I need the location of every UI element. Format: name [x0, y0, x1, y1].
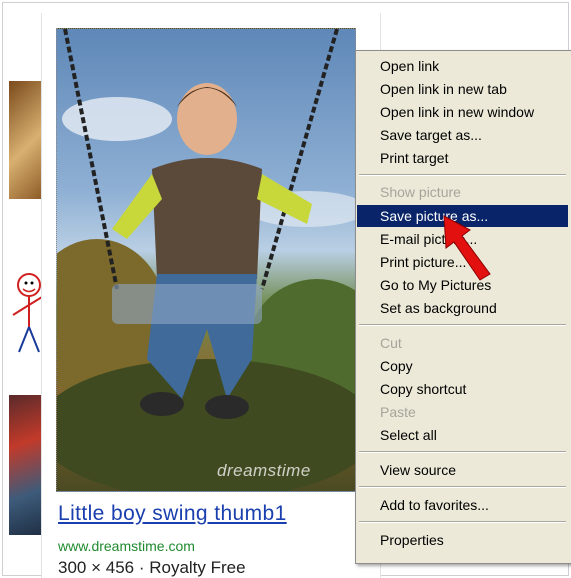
- result-meta: 300 × 456 · Royalty Free: [58, 558, 246, 577]
- menu-separator: [359, 324, 566, 326]
- photo-watermark: dreamstime: [217, 461, 311, 480]
- menu-item-open-link-new-window[interactable]: Open link in new window: [357, 101, 568, 123]
- result-title-link[interactable]: Little boy swing thumb1: [58, 502, 287, 526]
- photo-illustration: [57, 29, 355, 491]
- menu-item-paste: Paste: [380, 404, 416, 420]
- menu-item-select-all[interactable]: Select all: [357, 424, 568, 446]
- menu-item-cut: Cut: [380, 335, 402, 351]
- menu-separator: [359, 174, 566, 176]
- menu-item-open-link[interactable]: Open link: [357, 55, 568, 77]
- menu-item-set-as-background[interactable]: Set as background: [357, 297, 568, 319]
- menu-item-copy[interactable]: Copy: [357, 355, 568, 377]
- thumbnail-left-2[interactable]: [9, 267, 43, 357]
- context-menu: Open link Open link in new tab Open link…: [355, 50, 571, 564]
- boy-on-swing-photo[interactable]: dreamstime: [56, 28, 356, 492]
- menu-item-properties[interactable]: Properties: [357, 529, 568, 551]
- menu-separator: [359, 486, 566, 488]
- thumbnail-left-1[interactable]: [9, 81, 43, 199]
- menu-item-print-target[interactable]: Print target: [357, 147, 568, 169]
- cartoon-thumbnail-image: [12, 273, 43, 353]
- menu-item-copy-shortcut[interactable]: Copy shortcut: [357, 378, 568, 400]
- menu-item-show-picture: Show picture: [380, 184, 461, 200]
- menu-item-save-target-as[interactable]: Save target as...: [357, 124, 568, 146]
- menu-item-add-to-favorites[interactable]: Add to favorites...: [357, 494, 568, 516]
- menu-item-view-source[interactable]: View source: [357, 459, 568, 481]
- thumbnail-left-3[interactable]: [9, 395, 43, 535]
- menu-separator: [359, 521, 566, 523]
- pointer-arrow-icon: [443, 215, 491, 281]
- menu-item-open-link-new-tab[interactable]: Open link in new tab: [357, 78, 568, 100]
- menu-separator: [359, 451, 566, 453]
- result-url[interactable]: www.dreamstime.com: [58, 538, 195, 554]
